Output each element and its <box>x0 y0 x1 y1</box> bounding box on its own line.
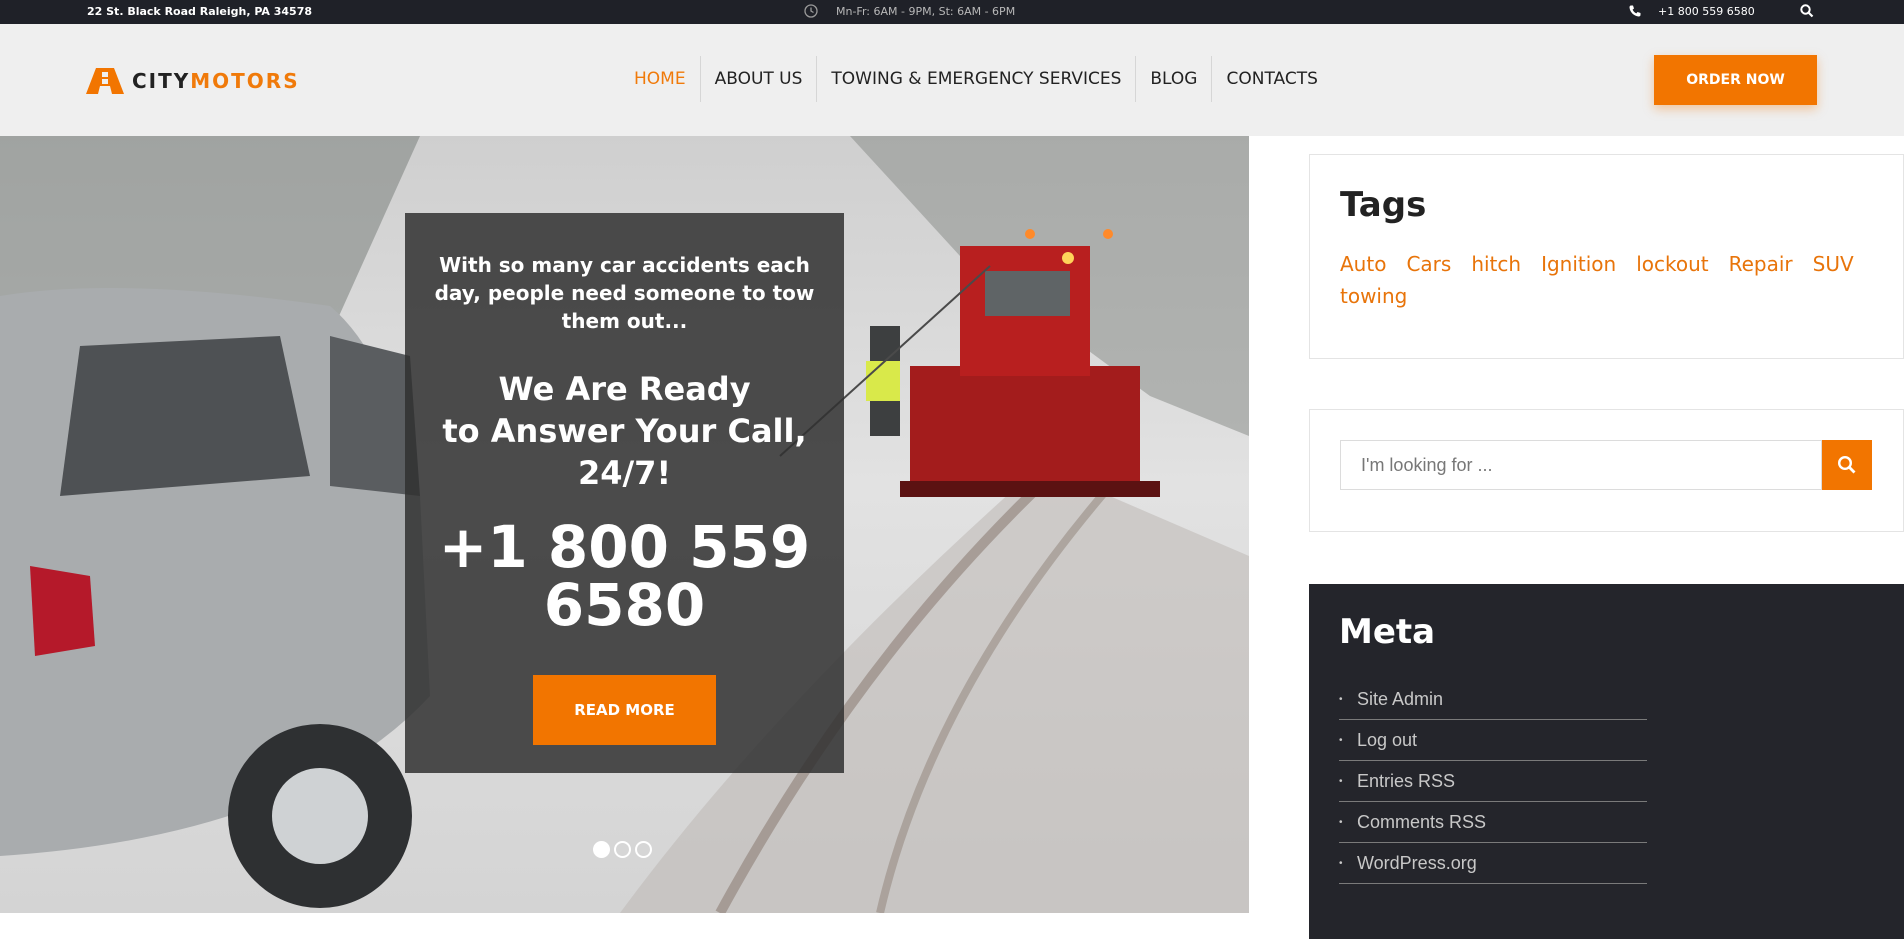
clock-icon <box>804 4 818 18</box>
hours-text: Mn-Fr: 6AM - 9PM, St: 6AM - 6PM <box>836 4 1016 18</box>
hero-title-line-1: We Are Ready <box>498 370 751 408</box>
tags-title: Tags <box>1340 185 1427 225</box>
search-icon <box>1837 455 1856 474</box>
read-more-button[interactable]: READ MORE <box>533 675 716 745</box>
slider-pagination <box>593 841 652 858</box>
nav-contacts[interactable]: CONTACTS <box>1212 56 1331 102</box>
meta-list: • Site Admin • Log out • Entries RSS • Comme… <box>1339 679 1647 884</box>
meta-link-entries-rss[interactable]: • Entries RSS <box>1339 761 1647 802</box>
site-header: CITYMOTORS HOME ABOUT US TOWING & EMERGE… <box>0 24 1904 136</box>
main-nav: HOME ABOUT US TOWING & EMERGENCY SERVICE… <box>620 56 1332 102</box>
search-submit-button[interactable] <box>1822 440 1872 490</box>
phone-icon <box>1629 5 1641 17</box>
nav-home[interactable]: HOME <box>620 56 701 102</box>
order-now-button[interactable]: ORDER NOW <box>1654 55 1817 105</box>
phone-text[interactable]: +1 800 559 6580 <box>1658 5 1755 18</box>
meta-link-log-out[interactable]: • Log out <box>1339 720 1647 761</box>
top-bar: 22 St. Black Road Raleigh, PA 34578 Mn-F… <box>0 0 1904 24</box>
address-text: 22 St. Black Road Raleigh, PA 34578 <box>87 5 312 18</box>
meta-link-site-admin[interactable]: • Site Admin <box>1339 679 1647 720</box>
nav-about-us[interactable]: ABOUT US <box>701 56 818 102</box>
search-widget <box>1309 409 1904 532</box>
slider-dot-1[interactable] <box>593 841 610 858</box>
slider-dot-3[interactable] <box>635 841 652 858</box>
hours-info: Mn-Fr: 6AM - 9PM, St: 6AM - 6PM <box>804 4 1015 18</box>
search-input[interactable] <box>1340 440 1822 490</box>
logo-icon <box>86 68 124 94</box>
tag-link[interactable]: lockout <box>1636 252 1708 276</box>
hero-title-line-3: 24/7! <box>577 454 672 492</box>
tag-cloud: Auto Cars hitch Ignition lockout Repair … <box>1340 252 1860 308</box>
tag-link[interactable]: hitch <box>1471 252 1521 276</box>
hero-title-line-2: to Answer Your Call, <box>442 412 807 450</box>
tag-link[interactable]: Ignition <box>1541 252 1616 276</box>
tag-link[interactable]: Auto <box>1340 252 1386 276</box>
phone-info[interactable]: +1 800 559 6580 <box>1628 4 1755 18</box>
slider-dot-2[interactable] <box>614 841 631 858</box>
tag-link[interactable]: SUV <box>1813 252 1854 276</box>
hero-title: We Are Ready to Answer Your Call, 24/7! <box>425 368 824 494</box>
meta-link-wordpress-org[interactable]: • WordPress.org <box>1339 843 1647 884</box>
hero-phone-number[interactable]: +1 800 559 6580 <box>425 518 824 634</box>
tag-link[interactable]: Cars <box>1406 252 1451 276</box>
tag-link[interactable]: Repair <box>1729 252 1793 276</box>
search-icon[interactable] <box>1799 3 1815 19</box>
hero-caption-box: With so many car accidents each day, peo… <box>405 213 844 773</box>
logo-text-city: CITY <box>132 69 191 93</box>
hero-slider: With so many car accidents each day, peo… <box>0 136 1249 913</box>
nav-towing-services[interactable]: TOWING & EMERGENCY SERVICES <box>817 56 1137 102</box>
nav-blog[interactable]: BLOG <box>1136 56 1213 102</box>
meta-link-comments-rss[interactable]: • Comments RSS <box>1339 802 1647 843</box>
tags-widget: Tags Auto Cars hitch Ignition lockout Re… <box>1309 154 1904 359</box>
logo[interactable]: CITYMOTORS <box>86 68 300 94</box>
meta-title: Meta <box>1339 612 1436 652</box>
logo-text-motors: MOTORS <box>190 69 300 93</box>
meta-widget: Meta • Site Admin • Log out • Entries RSS •… <box>1309 584 1904 939</box>
hero-intro-text: With so many car accidents each day, peo… <box>434 253 815 333</box>
tag-link[interactable]: towing <box>1340 284 1407 308</box>
